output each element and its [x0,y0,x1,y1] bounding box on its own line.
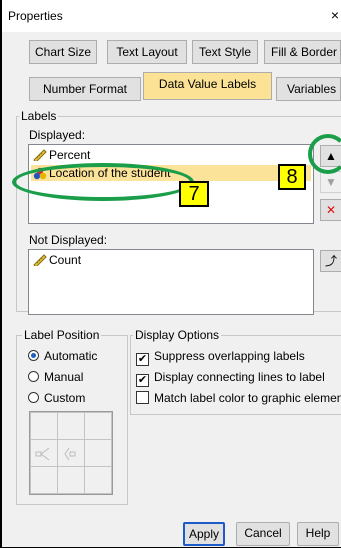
checkbox-label: Display connecting lines to label [154,370,325,384]
close-icon[interactable]: × [331,7,339,23]
empty-checkbox-icon[interactable] [136,391,149,404]
checkbox-label: Suppress overlapping labels [154,349,305,363]
display-options-title: Display Options [133,328,222,342]
tab-data-value-labels[interactable]: Data Value Labels [143,72,272,100]
grid-cell [84,466,112,494]
help-button[interactable]: Help [297,522,339,546]
list-item-label: Count [49,253,82,267]
triangle-down-icon: ▼ [325,175,337,189]
tab-number-format[interactable]: Number Format [29,77,141,101]
checkbox-match-color[interactable]: Match label color to graphic element [136,389,341,407]
label-left-icon [35,447,50,461]
tab-text-style[interactable]: Text Style [192,40,258,64]
window-title: Properties [8,9,63,23]
radio-automatic-control[interactable] [28,350,39,361]
label-position-title: Label Position [22,328,102,342]
grid-cell [30,439,58,467]
radio-manual[interactable]: Manual [28,368,83,386]
title-bar: Properties × [2,0,341,32]
grid-cell [57,439,85,467]
delete-button[interactable]: ✕ [320,199,341,221]
annotation-ellipse-up-button [308,134,341,174]
grid-cell [84,439,112,467]
tab-chart-size[interactable]: Chart Size [29,40,97,64]
tab-fill-border[interactable]: Fill & Border [264,40,341,64]
checkbox-label: Match label color to graphic element [154,391,341,405]
cancel-button[interactable]: Cancel [236,522,290,546]
checkmark-icon[interactable]: ✔ [136,353,149,366]
not-displayed-label: Not Displayed: [29,233,108,247]
move-to-displayed-button[interactable]: ⤴ [320,250,341,272]
list-item[interactable]: Count [31,252,81,268]
radio-custom-control[interactable] [28,392,39,403]
radio-custom[interactable]: Custom [28,389,85,407]
move-down-button[interactable]: ▼ [320,171,341,193]
checkbox-suppress-overlapping[interactable]: ✔ Suppress overlapping labels [136,347,305,366]
grid-cell [30,466,58,494]
tab-text-layout[interactable]: Text Layout [107,40,187,64]
properties-dialog: Properties × Chart Size Text Layout Text… [0,0,341,548]
radio-automatic[interactable]: Automatic [28,347,97,365]
apply-button[interactable]: Apply [183,522,225,546]
grid-cell [57,412,85,440]
labels-group-title: Labels [19,109,59,123]
annotation-step-8: 8 [278,164,306,190]
ruler-icon [33,254,47,266]
radio-label: Manual [44,370,84,384]
label-center-icon [64,447,76,461]
checkbox-connecting-lines[interactable]: ✔ Display connecting lines to label [136,368,325,387]
custom-position-grid [29,411,113,495]
radio-label: Custom [44,391,86,405]
radio-manual-control[interactable] [28,371,39,382]
displayed-label: Displayed: [29,128,86,142]
annotation-ellipse-list-item [12,163,194,201]
list-item-label: Percent [49,148,91,162]
not-displayed-listbox[interactable]: Count [28,249,314,315]
checkmark-icon[interactable]: ✔ [136,374,149,387]
annotation-step-7: 7 [179,181,209,207]
list-item[interactable]: Percent [31,147,90,163]
red-x-icon: ✕ [325,203,337,217]
arrow-up-return-icon: ⤴ [324,254,337,268]
radio-label: Automatic [44,349,98,363]
grid-cell [57,466,85,494]
ruler-icon [33,149,47,161]
grid-cell [84,412,112,440]
tab-variables[interactable]: Variables [276,77,341,101]
grid-cell [30,412,58,440]
